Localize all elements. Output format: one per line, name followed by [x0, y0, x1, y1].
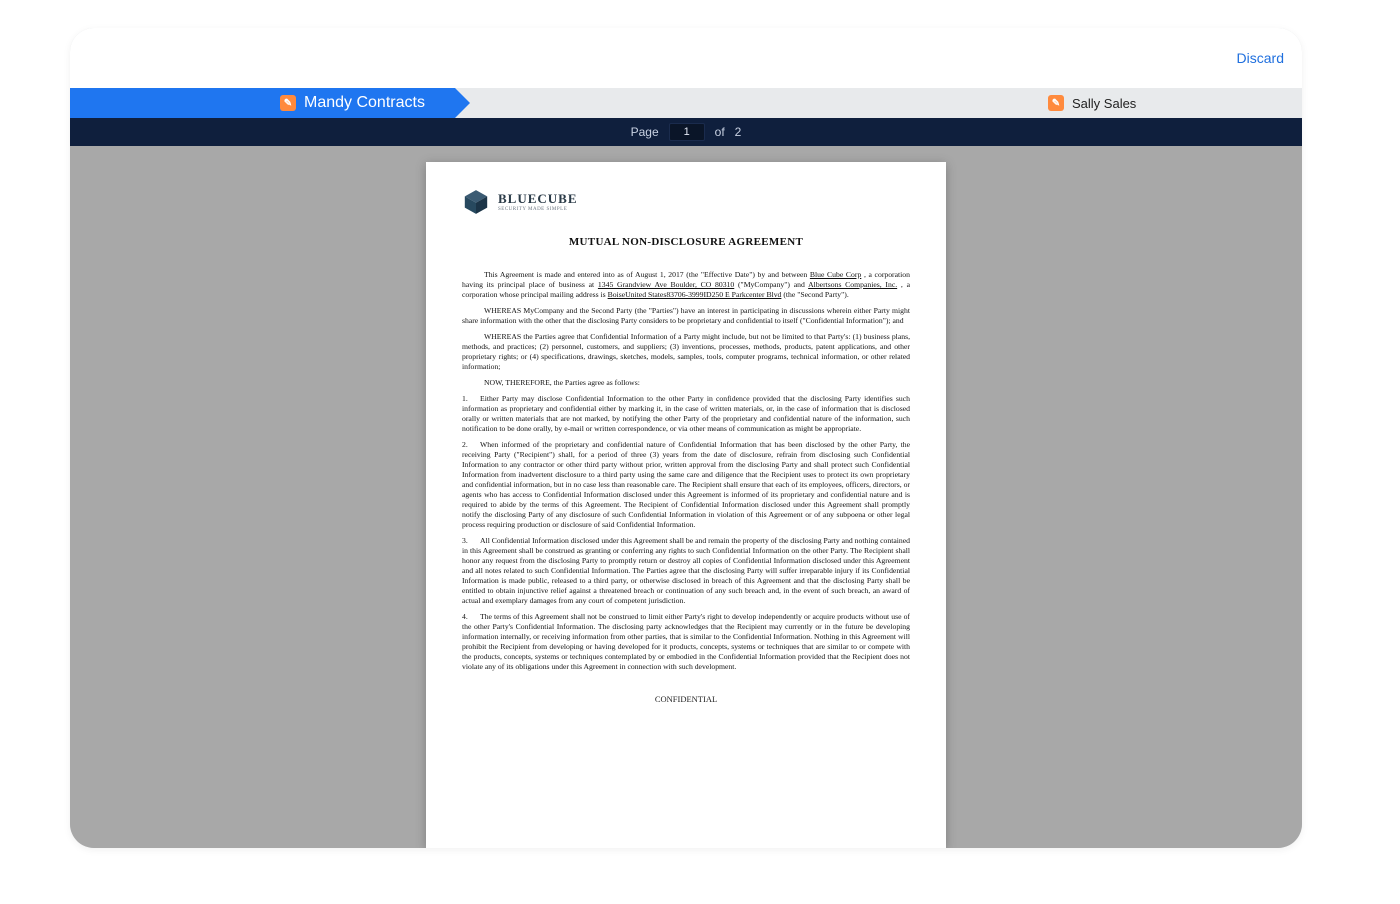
clause-1: 1.Either Party may disclose Confidential… — [462, 394, 910, 434]
cube-icon — [462, 188, 490, 216]
clause-3: 3.All Confidential Information disclosed… — [462, 536, 910, 606]
logo-tagline: SECURITY MADE SIMPLE — [498, 207, 578, 212]
page-total: 2 — [735, 125, 742, 139]
app-window: Discard ✎ Mandy Contracts ✎ Sally Sales … — [70, 28, 1302, 848]
intro-paragraph: This Agreement is made and entered into … — [462, 270, 910, 300]
page-number-input[interactable] — [669, 123, 705, 141]
page-label: Page — [631, 125, 659, 139]
whereas-1: WHEREAS MyCompany and the Second Party (… — [462, 306, 910, 326]
page-footer: CONFIDENTIAL — [462, 694, 910, 704]
now-therefore: NOW, THEREFORE, the Parties agree as fol… — [462, 378, 910, 388]
page-of-label: of — [715, 125, 725, 139]
signer-tab-active[interactable]: ✎ Mandy Contracts — [70, 88, 455, 118]
company-logo: BLUECUBE SECURITY MADE SIMPLE — [462, 188, 910, 216]
signer-name: Mandy Contracts — [304, 94, 425, 112]
logo-brand: BLUECUBE — [498, 192, 578, 205]
signer-name: Sally Sales — [1072, 96, 1136, 111]
signers-bar: ✎ Mandy Contracts ✎ Sally Sales — [70, 88, 1302, 118]
whereas-2: WHEREAS the Parties agree that Confident… — [462, 332, 910, 372]
pen-icon: ✎ — [280, 95, 296, 111]
clause-2: 2.When informed of the proprietary and c… — [462, 440, 910, 530]
pen-icon: ✎ — [1048, 95, 1064, 111]
document-viewer[interactable]: BLUECUBE SECURITY MADE SIMPLE MUTUAL NON… — [70, 146, 1302, 848]
discard-button[interactable]: Discard — [1235, 46, 1286, 70]
page-navigation-bar: Page of 2 — [70, 118, 1302, 146]
document-page: BLUECUBE SECURITY MADE SIMPLE MUTUAL NON… — [426, 162, 946, 848]
document-title: MUTUAL NON-DISCLOSURE AGREEMENT — [462, 236, 910, 248]
top-toolbar: Discard — [70, 28, 1302, 88]
signer-tab-inactive[interactable]: ✎ Sally Sales — [1030, 88, 1154, 118]
clause-4: 4.The terms of this Agreement shall not … — [462, 612, 910, 672]
